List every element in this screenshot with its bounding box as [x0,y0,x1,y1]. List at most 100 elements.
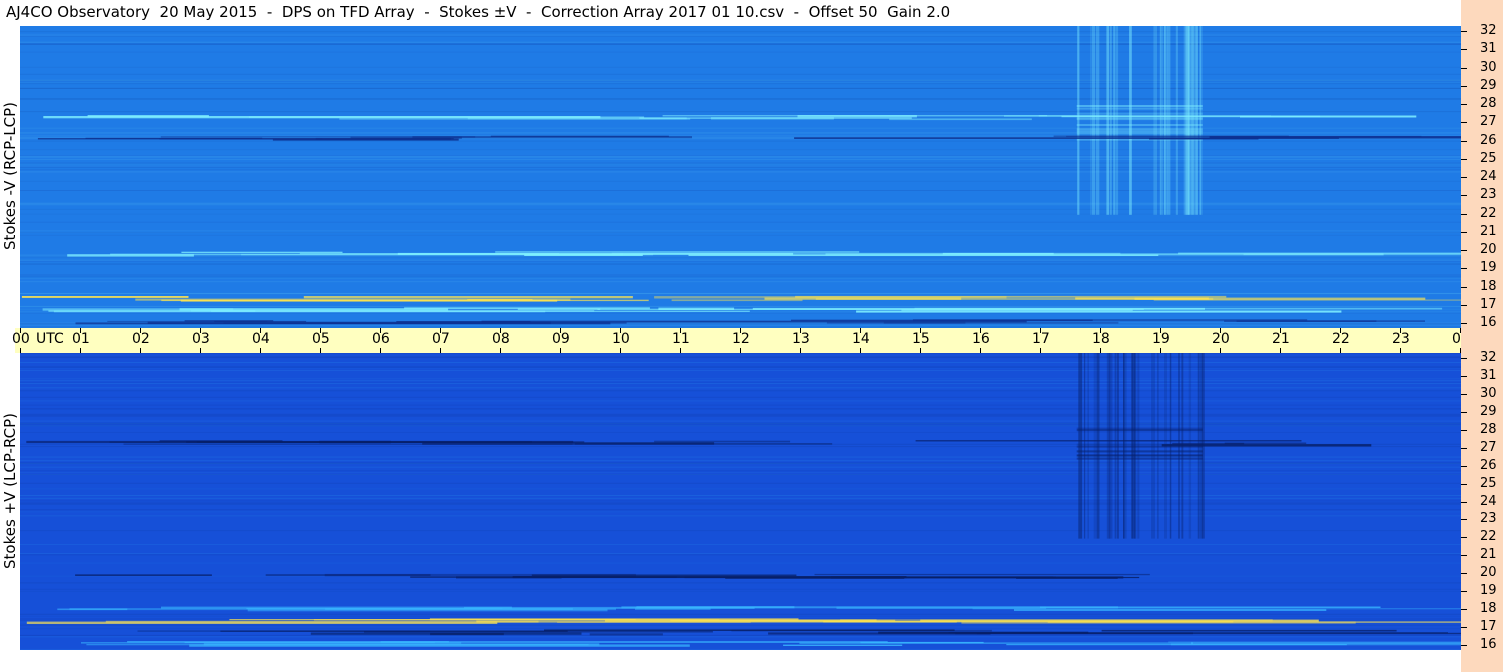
freq-tick-mark [1461,519,1467,521]
spectrogram-texture-line [20,413,1461,415]
spectrogram-texture-line [20,260,1461,262]
freq-tick-label: 21 [1480,223,1497,239]
interference-line [339,118,691,120]
burst-band [1076,107,1203,110]
utc-tick-label: 15 [912,331,930,347]
spectrogram-texture-line [20,470,1461,472]
spectrogram-texture-line [20,390,1461,392]
utc-tick-mark [260,328,261,333]
utc-tick-mark [920,328,921,333]
interference-line [42,308,234,311]
spectrogram-texture-line [20,259,1461,261]
utc-tick-mark [1400,328,1401,333]
spectrogram-texture-line [20,208,1461,210]
interference-line [324,573,636,577]
utc-tick-mark [1340,328,1341,333]
spectrogram-texture-line [20,463,1461,465]
spectrogram-texture-line [20,636,1461,638]
top-spectrogram-svg [20,26,1461,328]
spectrogram-texture-line [20,497,1461,499]
burst-streak [1188,26,1192,215]
spectrogram-texture-line [20,111,1461,113]
freq-tick-mark [1461,49,1467,51]
interference-line [589,633,663,636]
stokes-minus-v-spectrogram [20,26,1461,328]
spectrogram-texture-line [20,495,1461,496]
freq-tick-label: 26 [1480,457,1497,473]
freq-tick-mark [1461,140,1467,142]
spectrogram-texture-line [20,149,1461,151]
spectrogram-texture-line [20,73,1461,75]
spectrogram-texture-line [20,615,1461,617]
interference-line [220,630,568,632]
interference-line [797,115,917,118]
interference-line [180,299,558,302]
utc-tick-label: 10 [612,331,630,347]
interference-line [1191,642,1461,644]
freq-tick-mark [1461,158,1467,160]
burst-band [1076,112,1203,115]
interference-line [654,440,791,443]
burst-band [1076,450,1203,453]
spectrogram-texture-line [20,462,1461,464]
spectrogram-texture-line [20,471,1461,473]
spectrogram-texture-line [20,511,1461,513]
freq-tick-mark [1461,591,1467,593]
utc-tick-label: 13 [792,331,810,347]
spectrogram-texture-line [20,515,1461,517]
freq-tick-label: 30 [1480,385,1497,401]
burst-band [1076,458,1203,460]
spectrogram-texture-line [20,456,1461,458]
utc-tick-label: 03 [192,331,210,347]
interference-line [1039,606,1381,608]
burst-streak [1164,26,1166,215]
freq-tick-mark [1461,67,1467,69]
spectrogram-texture-line [20,400,1461,402]
freq-tick-mark [1461,195,1467,197]
spectrogram-texture-line [20,590,1461,592]
freq-tick-label: 22 [1480,205,1497,221]
interference-line [795,295,1227,298]
freq-tick-label: 20 [1480,242,1497,257]
spectrogram-texture-line [20,292,1461,294]
utc-tick-mark [1160,328,1161,333]
bottom-spectrogram-svg [20,353,1461,650]
burst-streak [1109,26,1112,215]
freq-tick-label: 21 [1480,547,1497,563]
freq-tick-label: 24 [1480,169,1497,184]
spectrogram-texture-line [20,381,1461,383]
freq-tick-mark [1461,85,1467,87]
interference-line [901,309,1133,311]
utc-tick-label: 08 [492,331,510,347]
burst-streak [1195,26,1198,215]
freq-tick-mark [1461,393,1467,395]
spectrogram-texture-line [20,163,1461,165]
freq-tick-mark [1461,358,1467,359]
burst-band [1076,454,1203,457]
interference-line [159,440,283,442]
freq-tick-mark [1461,609,1467,611]
burst-streak [1115,26,1119,215]
freq-tick-mark [1461,483,1467,485]
freq-tick-mark [1461,555,1467,557]
interference-line [1014,609,1327,611]
freq-tick-mark [1461,573,1467,575]
utc-tick-mark [1100,328,1101,333]
interference-line [189,644,690,647]
interference-line [495,251,860,253]
interference-line [211,310,750,312]
spectrogram-texture-line [20,234,1461,236]
spectrogram-texture-line [20,366,1461,368]
freq-tick-mark [1461,645,1467,646]
interference-line [110,253,624,256]
burst-streak [1090,26,1092,215]
freq-tick-mark [1461,447,1467,449]
freq-tick-mark [1461,286,1467,288]
utc-tick-mark [440,328,441,333]
spectrogram-texture-line [20,274,1461,276]
spectrogram-texture-line [20,404,1461,406]
utc-tick-label: 02 [132,331,150,347]
interference-line [181,251,343,253]
utc-tick-label: 22 [1332,331,1350,347]
utc-tick-label: 14 [852,331,870,347]
